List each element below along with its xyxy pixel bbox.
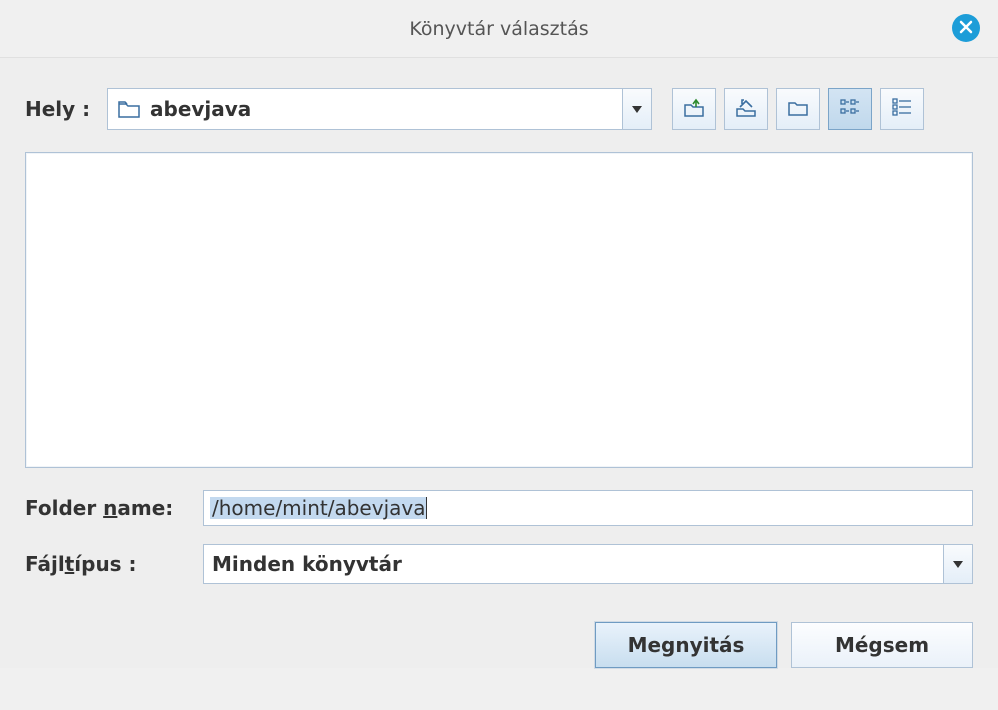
up-one-level-button[interactable] <box>672 88 716 130</box>
icon-view-button[interactable] <box>828 88 872 130</box>
file-type-combo[interactable]: Minden könyvtár <box>203 544 973 584</box>
file-list-area[interactable] <box>25 152 973 468</box>
folder-name-input[interactable]: /home/mint/abevjava <box>203 490 973 526</box>
file-type-label: Fájltípus : <box>25 552 203 576</box>
location-label: Hely : <box>25 97 95 121</box>
file-type-selected: Minden könyvtár <box>212 552 402 576</box>
dialog-title: Könyvtár választás <box>409 18 588 40</box>
close-button[interactable] <box>952 14 980 42</box>
folder-name-label: Folder name: <box>25 496 203 520</box>
list-view-button[interactable] <box>880 88 924 130</box>
file-type-dropdown-button[interactable] <box>943 544 973 584</box>
chevron-down-icon <box>632 106 642 113</box>
location-combo-display[interactable]: abevjava <box>107 88 622 130</box>
view-list-icon <box>891 97 913 122</box>
view-icons-icon <box>839 97 861 122</box>
home-icon <box>735 97 757 122</box>
folder-name-row: Folder name: /home/mint/abevjava <box>25 490 973 526</box>
folder-up-icon <box>683 97 705 122</box>
close-icon <box>959 18 973 39</box>
new-folder-icon <box>787 97 809 122</box>
action-buttons: Megnyitás Mégsem <box>25 622 973 668</box>
form-area: Folder name: /home/mint/abevjava Fájltíp… <box>25 490 973 668</box>
home-button[interactable] <box>724 88 768 130</box>
location-selected: abevjava <box>150 97 251 121</box>
new-folder-button[interactable] <box>776 88 820 130</box>
location-row: Hely : abevjava <box>25 88 973 130</box>
toolbar <box>672 88 924 130</box>
location-dropdown-button[interactable] <box>622 88 652 130</box>
chevron-down-icon <box>953 561 963 568</box>
file-type-display[interactable]: Minden könyvtár <box>203 544 943 584</box>
text-caret <box>426 497 427 519</box>
file-type-row: Fájltípus : Minden könyvtár <box>25 544 973 584</box>
folder-icon <box>118 100 140 118</box>
location-combo[interactable]: abevjava <box>107 88 652 130</box>
open-button[interactable]: Megnyitás <box>595 622 777 668</box>
cancel-button[interactable]: Mégsem <box>791 622 973 668</box>
titlebar: Könyvtár választás <box>0 0 998 58</box>
folder-name-value: /home/mint/abevjava <box>210 497 427 519</box>
dialog-content: Hely : abevjava <box>0 58 998 668</box>
